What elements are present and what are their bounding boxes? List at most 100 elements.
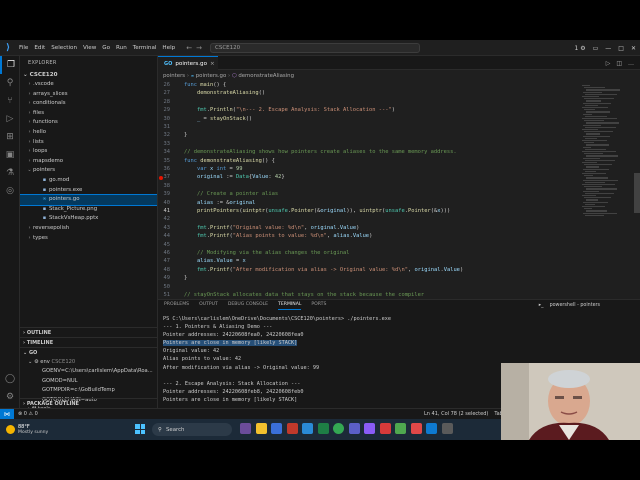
code-line[interactable]: 44 fmt.Printf("Alias points to value: %d… bbox=[158, 232, 578, 240]
code-line[interactable]: 41 printPointers(uintptr(unsafe.Pointer(… bbox=[158, 207, 578, 215]
code-line[interactable]: 38 bbox=[158, 182, 578, 190]
testing-icon[interactable]: ⚗ bbox=[0, 164, 20, 182]
code-line[interactable]: 49} bbox=[158, 274, 578, 282]
tree-folder[interactable]: › functions bbox=[20, 118, 157, 128]
code-line[interactable]: 46 // Modifying via the alias changes th… bbox=[158, 249, 578, 257]
run-debug-icon[interactable]: ▷ bbox=[0, 110, 20, 128]
tree-folder[interactable]: › reversepolish bbox=[20, 224, 157, 234]
env-variable[interactable]: GOMOD=NUL bbox=[20, 377, 157, 386]
code-line[interactable]: 42 bbox=[158, 215, 578, 223]
close-tab-icon[interactable]: × bbox=[210, 61, 215, 67]
panel-tab-problems[interactable]: PROBLEMS bbox=[164, 300, 189, 310]
timeline-section[interactable]: › TIMELINE bbox=[20, 337, 157, 347]
code-line[interactable]: 31 bbox=[158, 123, 578, 131]
back-arrow-icon[interactable]: ← bbox=[186, 44, 192, 52]
forward-arrow-icon[interactable]: → bbox=[196, 44, 202, 52]
panel-tab-output[interactable]: OUTPUT bbox=[199, 300, 218, 310]
terminal-output[interactable]: PS C:\Users\carlislem\OneDrive\Documents… bbox=[163, 315, 503, 404]
remote-explorer-icon[interactable]: ▣ bbox=[0, 146, 20, 164]
panel-tab-terminal[interactable]: TERMINAL bbox=[278, 300, 302, 310]
app-icon[interactable] bbox=[364, 423, 375, 434]
app-icon[interactable] bbox=[441, 423, 453, 434]
manage-gear-icon[interactable]: ⚙ bbox=[0, 388, 20, 406]
env-variable[interactable]: GOENV=C:\Users\carlislem\AppData\Roa... bbox=[20, 367, 157, 376]
menu-go[interactable]: Go bbox=[99, 40, 113, 56]
code-line[interactable]: 35 func demonstrateAliasing() { bbox=[158, 157, 578, 165]
package-outline-section[interactable]: › PACKAGE OUTLINE bbox=[20, 398, 157, 408]
minimize-icon[interactable]: — bbox=[605, 45, 611, 52]
account-icon[interactable]: ◯ bbox=[0, 370, 20, 388]
code-line[interactable]: 27 demonstrateAliasing() bbox=[158, 89, 578, 97]
taskbar-search[interactable]: ⚲ Search bbox=[152, 423, 232, 436]
code-line[interactable]: 50 bbox=[158, 283, 578, 291]
breadcrumb-symbol[interactable]: demonstrateAliasing bbox=[238, 73, 294, 79]
menu-run[interactable]: Run bbox=[113, 40, 130, 56]
panel-tab-ports[interactable]: PORTS bbox=[311, 300, 326, 310]
weather-widget[interactable]: 88°F Mostly sunny bbox=[6, 424, 48, 435]
accounts-badge[interactable]: 1 ⚙ bbox=[575, 45, 586, 52]
code-line[interactable]: 30 _ = stayOnStack() bbox=[158, 115, 578, 123]
windows-start-icon[interactable] bbox=[135, 424, 145, 434]
tree-folder[interactable]: › conditionals bbox=[20, 99, 157, 109]
go-icon[interactable]: ◎ bbox=[0, 182, 20, 200]
maximize-icon[interactable]: □ bbox=[618, 45, 624, 52]
breadcrumb-folder[interactable]: pointers bbox=[163, 73, 185, 79]
menu-selection[interactable]: Selection bbox=[48, 40, 80, 56]
outlook-icon[interactable] bbox=[302, 423, 313, 434]
tree-file[interactable]: ▪ go.mod bbox=[20, 176, 157, 186]
code-line[interactable]: 32} bbox=[158, 131, 578, 139]
tree-folder[interactable]: › hello bbox=[20, 128, 157, 138]
command-center-search[interactable]: CSCE120 bbox=[210, 43, 420, 53]
extensions-icon[interactable]: ⊞ bbox=[0, 128, 20, 146]
tree-folder[interactable]: ⌄ pointers bbox=[20, 166, 157, 176]
source-control-icon[interactable]: ⑂ bbox=[0, 92, 20, 110]
menu-help[interactable]: Help bbox=[159, 40, 178, 56]
code-line[interactable]: 45 bbox=[158, 241, 578, 249]
code-line[interactable]: 33 bbox=[158, 140, 578, 148]
close-window-icon[interactable]: ✕ bbox=[631, 45, 636, 52]
app-icon[interactable] bbox=[379, 423, 391, 434]
tree-file[interactable]: ▪ Stack_Picture.png bbox=[20, 205, 157, 215]
code-editor[interactable]: 26 func main() {27 demonstrateAliasing() 2… bbox=[158, 81, 640, 299]
split-editor-icon[interactable]: ◫ bbox=[616, 60, 622, 67]
code-line[interactable]: 39 // Create a pointer alias bbox=[158, 190, 578, 198]
powerpoint-icon[interactable] bbox=[286, 423, 298, 434]
tree-file[interactable]: ▪ StackVsHeap.pptx bbox=[20, 214, 157, 224]
app-icon[interactable] bbox=[240, 423, 251, 434]
menu-edit[interactable]: Edit bbox=[31, 40, 48, 56]
env-node[interactable]: ⌄ ⚙ env CSCE120 bbox=[20, 358, 157, 367]
tree-folder[interactable]: › loops bbox=[20, 147, 157, 157]
tree-file[interactable]: ∞ pointers.go bbox=[20, 194, 157, 206]
minimap[interactable] bbox=[582, 81, 630, 299]
code-line[interactable]: 37 original := Data{Value: 42} bbox=[158, 173, 578, 181]
panel-tab-debug-console[interactable]: DEBUG CONSOLE bbox=[228, 300, 268, 310]
tree-file[interactable]: ▪ pointers.exe bbox=[20, 186, 157, 196]
file-explorer-icon[interactable] bbox=[255, 423, 267, 434]
menu-file[interactable]: File bbox=[16, 40, 31, 56]
tab-pointers-go[interactable]: GO pointers.go × bbox=[158, 56, 218, 70]
tree-folder[interactable]: › files bbox=[20, 109, 157, 119]
errors-count[interactable]: ⊗ 0 ⚠ 0 bbox=[18, 411, 38, 417]
search-icon[interactable]: ⚲ bbox=[0, 74, 20, 92]
tree-folder[interactable]: › arrays_slices bbox=[20, 90, 157, 100]
code-line[interactable]: 36 var x int = 99 bbox=[158, 165, 578, 173]
app-icon[interactable] bbox=[410, 423, 422, 434]
code-line[interactable]: 48 fmt.Printf("After modification via al… bbox=[158, 266, 578, 274]
layout-icon[interactable]: ▭ bbox=[593, 45, 599, 52]
code-line[interactable]: 34 // demonstrateAliasing shows how point… bbox=[158, 148, 578, 156]
code-line[interactable]: 28 bbox=[158, 98, 578, 106]
code-line[interactable]: 47 alias.Value = x bbox=[158, 257, 578, 265]
tree-folder[interactable]: › types bbox=[20, 234, 157, 244]
chrome-icon[interactable] bbox=[333, 423, 344, 434]
teams-icon[interactable] bbox=[348, 423, 360, 434]
breadcrumb-file[interactable]: pointers.go bbox=[196, 73, 227, 79]
outline-section[interactable]: › OUTLINE bbox=[20, 327, 157, 337]
menu-terminal[interactable]: Terminal bbox=[130, 40, 160, 56]
word-icon[interactable] bbox=[271, 423, 282, 434]
code-line[interactable]: 26 func main() { bbox=[158, 81, 578, 89]
run-icon[interactable]: ▷ bbox=[606, 60, 611, 67]
menu-view[interactable]: View bbox=[80, 40, 99, 56]
excel-icon[interactable] bbox=[317, 423, 329, 434]
explorer-icon[interactable]: ❐ bbox=[0, 56, 20, 74]
breakpoint-icon[interactable] bbox=[159, 175, 163, 180]
